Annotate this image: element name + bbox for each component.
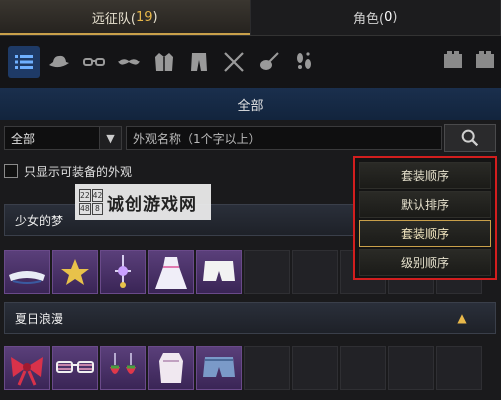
watermark-logo-glyph: 8 <box>91 202 104 215</box>
lace-top-item[interactable] <box>148 346 194 390</box>
outfit-set-2-icon[interactable] <box>470 46 500 76</box>
section-title: 夏日浪漫 <box>15 311 64 326</box>
category-header: 全部 <box>0 88 501 120</box>
watermark-logo-icon: 22 42 48 8 <box>79 189 104 215</box>
jacket-icon[interactable] <box>148 46 180 78</box>
sort-option-level[interactable]: 级别顺序 <box>359 249 491 276</box>
tab-expedition[interactable]: 远征队(19) <box>0 0 251 35</box>
item-row <box>4 346 496 390</box>
empty-slot <box>340 346 386 390</box>
strawberry-earrings-item[interactable] <box>100 346 146 390</box>
search-button[interactable] <box>444 124 496 152</box>
bell-ornament-item[interactable] <box>100 250 146 294</box>
empty-slot <box>388 346 434 390</box>
denim-shorts-item[interactable] <box>196 346 242 390</box>
striped-glasses-item[interactable] <box>52 346 98 390</box>
glasses-icon[interactable] <box>78 46 110 78</box>
sort-option-default[interactable]: 默认排序 <box>359 191 491 218</box>
empty-slot <box>244 346 290 390</box>
list-icon[interactable] <box>8 46 40 78</box>
category-icon-bar <box>0 36 501 88</box>
watermark-logo-glyph: 22 <box>79 189 91 202</box>
instrument-icon[interactable] <box>253 46 285 78</box>
watermark-text: 诚创游戏网 <box>107 194 197 215</box>
footprints-icon[interactable] <box>288 46 320 78</box>
sort-option-set-order[interactable]: 套装顺序 <box>359 162 491 189</box>
watermark-logo-glyph: 48 <box>79 202 91 215</box>
sort-option-set-order-highlighted[interactable]: 套装顺序 <box>359 220 491 247</box>
tab-expedition-label: 远征队( <box>91 12 136 27</box>
category-select[interactable]: 全部 ▼ <box>4 126 122 150</box>
section-title: 少女的梦 <box>15 213 64 228</box>
empty-slot <box>244 250 290 294</box>
search-icon <box>461 129 479 147</box>
tab-expedition-suffix: ) <box>152 10 158 25</box>
search-input[interactable]: 外观名称（1个字以上） <box>126 126 442 150</box>
empty-slot <box>292 346 338 390</box>
tab-character-count: 0 <box>384 10 393 25</box>
section-header[interactable]: 夏日浪漫 ▲ <box>4 302 496 334</box>
outfit-set-1-icon[interactable] <box>438 46 468 76</box>
sailor-hat-item[interactable] <box>4 250 50 294</box>
dress-item[interactable] <box>148 250 194 294</box>
white-shorts-item[interactable] <box>196 250 242 294</box>
tab-character[interactable]: 角色(0) <box>250 0 501 35</box>
empty-slot <box>292 250 338 294</box>
tab-expedition-count: 19 <box>135 10 153 25</box>
equippable-only-label: 只显示可装备的外观 <box>24 165 133 179</box>
watermark-logo-glyph: 42 <box>91 189 104 202</box>
weapons-icon[interactable] <box>218 46 250 78</box>
equippable-only-checkbox[interactable] <box>4 164 18 178</box>
category-select-value: 全部 <box>11 131 36 146</box>
chevron-up-icon[interactable]: ▲ <box>453 309 471 327</box>
category-header-title: 全部 <box>237 98 264 114</box>
tab-character-label: 角色( <box>353 12 385 27</box>
pants-icon[interactable] <box>183 46 215 78</box>
sort-dropdown-menu: 套装顺序 默认排序 套装顺序 级别顺序 <box>353 156 497 280</box>
site-watermark: 22 42 48 8 诚创游戏网 <box>75 184 211 220</box>
empty-slot <box>436 346 482 390</box>
chevron-down-icon[interactable]: ▼ <box>99 127 121 149</box>
red-bow-item[interactable] <box>4 346 50 390</box>
search-placeholder: 外观名称（1个字以上） <box>133 131 261 146</box>
tab-character-suffix: ) <box>392 10 398 25</box>
mustache-icon[interactable] <box>113 46 145 78</box>
star-item[interactable] <box>52 250 98 294</box>
top-tabs: 远征队(19) 角色(0) <box>0 0 501 36</box>
hat-icon[interactable] <box>43 46 75 78</box>
